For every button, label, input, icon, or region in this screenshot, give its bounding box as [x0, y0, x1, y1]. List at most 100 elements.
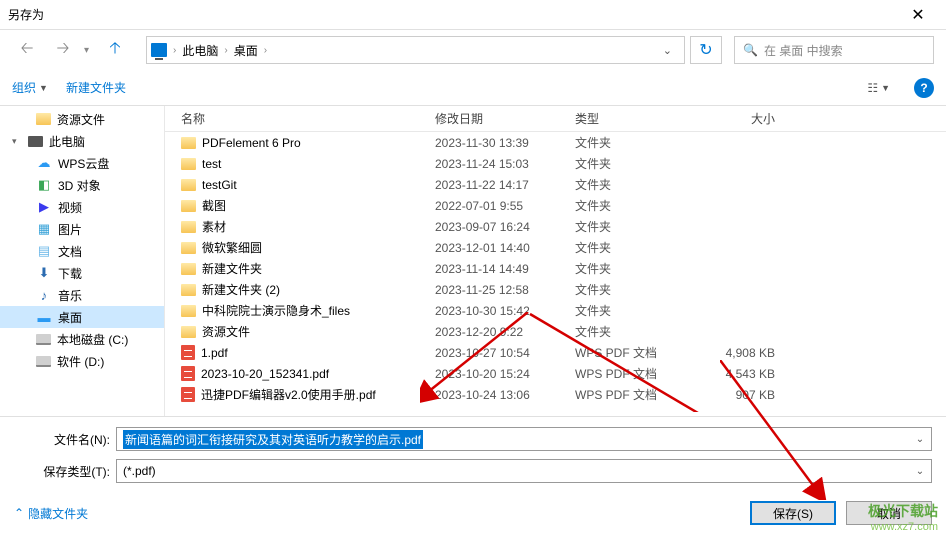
- file-name: 资源文件: [202, 323, 250, 340]
- tree-item-label: 桌面: [58, 309, 82, 326]
- file-type: 文件夹: [575, 281, 695, 298]
- expander-icon[interactable]: ▾: [12, 136, 22, 147]
- file-row[interactable]: 资源文件2023-12-20 9:22文件夹: [165, 321, 946, 342]
- file-date: 2023-10-20 15:24: [435, 367, 575, 381]
- file-name: 截图: [202, 197, 226, 214]
- pc-icon: [28, 136, 43, 147]
- new-folder-button[interactable]: 新建文件夹: [66, 79, 126, 96]
- save-button[interactable]: 保存(S): [750, 501, 836, 525]
- pic-icon: ▦: [36, 221, 52, 237]
- filetype-select[interactable]: (*.pdf) ⌄: [116, 459, 932, 483]
- filetype-label: 保存类型(T):: [14, 463, 110, 480]
- watermark: 极光下载站 www.xz7.com: [868, 501, 938, 533]
- refresh-button[interactable]: ↻: [690, 36, 722, 64]
- window-title: 另存为: [8, 6, 898, 23]
- hide-folders-button[interactable]: ⌃ 隐藏文件夹: [14, 505, 88, 522]
- file-type: WPS PDF 文档: [575, 344, 695, 361]
- tree-item-桌面[interactable]: ▬桌面: [0, 306, 164, 328]
- file-size: 4,543 KB: [695, 367, 795, 381]
- col-date[interactable]: 修改日期: [435, 110, 575, 127]
- file-row[interactable]: 2023-10-20_152341.pdf2023-10-20 15:24WPS…: [165, 363, 946, 384]
- file-date: 2023-12-01 14:40: [435, 241, 575, 255]
- search-icon: 🔍: [743, 43, 758, 57]
- pc-icon: [151, 43, 167, 57]
- file-type: 文件夹: [575, 134, 695, 151]
- col-size[interactable]: 大小: [695, 110, 795, 127]
- nav-back-button[interactable]: 🡠: [12, 36, 42, 64]
- filename-value[interactable]: 新闻语篇的词汇衔接研究及其对英语听力教学的启示.pdf: [123, 430, 423, 449]
- file-size: 907 KB: [695, 388, 795, 402]
- tree-item-3D 对象[interactable]: ◧3D 对象: [0, 174, 164, 196]
- file-date: 2023-10-27 10:54: [435, 346, 575, 360]
- address-bar[interactable]: › 此电脑 › 桌面 › ⌄: [146, 36, 685, 64]
- help-button[interactable]: ?: [914, 78, 934, 98]
- tree-item-视频[interactable]: ▶视频: [0, 196, 164, 218]
- file-type: 文件夹: [575, 302, 695, 319]
- file-name: test: [202, 157, 221, 171]
- file-row[interactable]: 截图2022-07-01 9:55文件夹: [165, 195, 946, 216]
- tree-item-label: WPS云盘: [58, 155, 109, 172]
- file-name: 1.pdf: [201, 346, 228, 360]
- tree-item-音乐[interactable]: ♪ 音乐: [0, 284, 164, 306]
- file-date: 2023-11-22 14:17: [435, 178, 575, 192]
- folder-icon: [181, 284, 196, 296]
- col-type[interactable]: 类型: [575, 110, 695, 127]
- folder-icon: [181, 179, 196, 191]
- pdf-icon: [181, 366, 195, 381]
- tree-item-WPS云盘[interactable]: ☁WPS云盘: [0, 152, 164, 174]
- file-date: 2023-09-07 16:24: [435, 220, 575, 234]
- file-name: 中科院院士演示隐身术_files: [202, 302, 350, 319]
- file-name: 微软繁细圆: [202, 239, 262, 256]
- nav-history-dropdown[interactable]: ▾: [84, 45, 94, 56]
- folder-icon: [181, 305, 196, 317]
- close-button[interactable]: ✕: [898, 0, 938, 30]
- file-row[interactable]: testGit2023-11-22 14:17文件夹: [165, 174, 946, 195]
- search-input[interactable]: 🔍 在 桌面 中搜索: [734, 36, 934, 64]
- file-row[interactable]: 迅捷PDF编辑器v2.0使用手册.pdf2023-10-24 13:06WPS …: [165, 384, 946, 405]
- column-headers[interactable]: 名称 修改日期 类型 大小: [165, 106, 946, 132]
- tree-item-下载[interactable]: ⬇下载: [0, 262, 164, 284]
- file-type: 文件夹: [575, 176, 695, 193]
- music-icon: ♪: [36, 287, 52, 303]
- tree-item-label: 文档: [58, 243, 82, 260]
- file-row[interactable]: 素材2023-09-07 16:24文件夹: [165, 216, 946, 237]
- drive-icon: [36, 334, 51, 345]
- tree-item-本地磁盘 (C:)[interactable]: 本地磁盘 (C:): [0, 328, 164, 350]
- file-row[interactable]: 中科院院士演示隐身术_files 2023-10-30 15:42文件夹: [165, 300, 946, 321]
- chevron-down-icon[interactable]: ⌄: [911, 466, 929, 477]
- organize-button[interactable]: 组织▼: [12, 79, 48, 96]
- file-type: WPS PDF 文档: [575, 386, 695, 403]
- folder-icon: [181, 242, 196, 254]
- nav-up-button[interactable]: 🡡: [100, 36, 130, 64]
- tree-item-此电脑[interactable]: ▾此电脑: [0, 130, 164, 152]
- file-row[interactable]: 新建文件夹2023-11-14 14:49文件夹: [165, 258, 946, 279]
- breadcrumb-root[interactable]: 此电脑: [182, 42, 218, 59]
- tree-item-软件 (D:)[interactable]: 软件 (D:): [0, 350, 164, 372]
- download-icon: ⬇: [36, 265, 52, 281]
- pdf-icon: [181, 345, 195, 360]
- chevron-down-icon[interactable]: ⌄: [911, 434, 929, 445]
- tree-item-资源文件[interactable]: 资源文件: [0, 108, 164, 130]
- tree-item-文档[interactable]: ▤文档: [0, 240, 164, 262]
- nav-forward-button: 🡢: [48, 36, 78, 64]
- view-options-button[interactable]: ☷ ▼: [861, 79, 896, 97]
- file-date: 2023-10-30 15:42: [435, 304, 575, 318]
- folder-tree[interactable]: 资源文件▾此电脑☁WPS云盘◧3D 对象▶视频▦图片▤文档⬇下载 ♪ 音乐 ▬桌面本地…: [0, 106, 165, 416]
- file-list[interactable]: PDFelement 6 Pro2023-11-30 13:39文件夹test2…: [165, 132, 946, 416]
- file-row[interactable]: PDFelement 6 Pro2023-11-30 13:39文件夹: [165, 132, 946, 153]
- col-name[interactable]: 名称: [165, 110, 435, 127]
- filename-input[interactable]: 新闻语篇的词汇衔接研究及其对英语听力教学的启示.pdf ⌄: [116, 427, 932, 451]
- file-row[interactable]: 微软繁细圆 2023-12-01 14:40文件夹: [165, 237, 946, 258]
- file-row[interactable]: 1.pdf2023-10-27 10:54WPS PDF 文档4,908 KB: [165, 342, 946, 363]
- file-type: 文件夹: [575, 239, 695, 256]
- file-type: 文件夹: [575, 155, 695, 172]
- address-dropdown[interactable]: ⌄: [655, 44, 680, 57]
- file-type: 文件夹: [575, 218, 695, 235]
- file-row[interactable]: 新建文件夹 (2)2023-11-25 12:58文件夹: [165, 279, 946, 300]
- tree-item-图片[interactable]: ▦图片: [0, 218, 164, 240]
- file-row[interactable]: test2023-11-24 15:03文件夹: [165, 153, 946, 174]
- tree-item-label: 音乐: [58, 287, 82, 304]
- file-type: 文件夹: [575, 197, 695, 214]
- breadcrumb-current[interactable]: 桌面: [234, 42, 258, 59]
- folder-icon: [181, 158, 196, 170]
